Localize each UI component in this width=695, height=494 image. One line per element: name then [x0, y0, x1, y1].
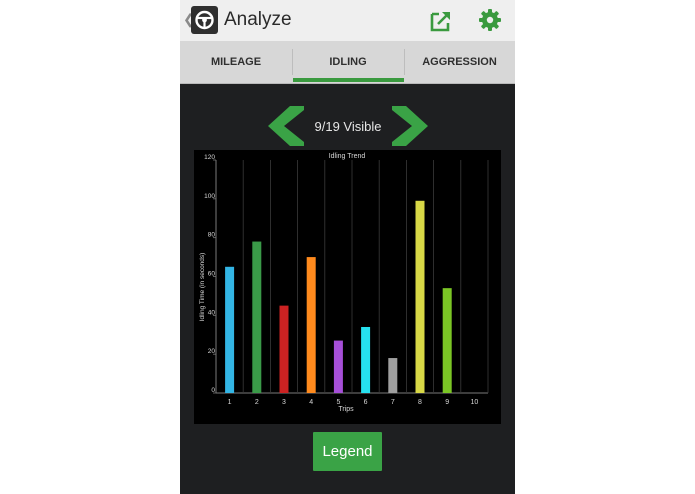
- chart-bar-trip-5: [333, 340, 343, 393]
- tab-mileage[interactable]: MILEAGE: [180, 41, 292, 83]
- chart-y-tick-label: 40: [208, 309, 216, 316]
- chart-title: Idling Trend: [329, 153, 366, 160]
- chart-y-tick-label: 0: [211, 387, 215, 394]
- chevron-left-icon[interactable]: [268, 106, 306, 146]
- gear-icon[interactable]: [478, 8, 502, 32]
- chart-bar-trip-3: [279, 305, 289, 393]
- visible-count: 9/19 Visible: [314, 119, 382, 134]
- chart-x-tick-label: 8: [418, 399, 422, 406]
- chart-x-tick-label: 5: [336, 399, 340, 406]
- chart-bar-trip-1: [225, 266, 235, 393]
- page-title: Analyze: [224, 9, 292, 30]
- idling-chart: Idling Trend Idling Time (in seconds) Tr…: [194, 150, 501, 424]
- chart-bar-trip-6: [361, 326, 371, 393]
- phone-screen: ❮ Analyze MILEAGE IDLING AGGRESSION 9/19…: [180, 0, 515, 494]
- chart-y-axis-label: Idling Time (in seconds): [199, 253, 206, 322]
- chart-x-tick-label: 7: [391, 399, 395, 406]
- chevron-right-icon[interactable]: [390, 106, 428, 146]
- chart-bar-trip-9: [442, 288, 452, 393]
- chart-bar-trip-7: [388, 358, 398, 393]
- steering-wheel-icon[interactable]: [191, 6, 218, 34]
- chart-y-tick-label: 100: [204, 193, 215, 200]
- chart-x-tick-label: 4: [309, 399, 313, 406]
- chart-x-tick-label: 2: [255, 399, 259, 406]
- tab-selected-indicator: [293, 78, 404, 82]
- tab-divider: [404, 49, 405, 75]
- chart-bar-trip-8: [415, 200, 425, 393]
- chart-bar-trip-2: [252, 241, 262, 393]
- chart-svg: Idling Trend Idling Time (in seconds) Tr…: [199, 153, 489, 413]
- action-bar: ❮ Analyze: [180, 0, 515, 41]
- chart-y-tick-label: 120: [204, 154, 215, 161]
- chart-x-tick-label: 9: [445, 399, 449, 406]
- legend-button[interactable]: Legend: [313, 432, 382, 471]
- tab-aggression[interactable]: AGGRESSION: [404, 41, 515, 83]
- chart-x-axis-label: Trips: [338, 406, 354, 413]
- chart-y-tick-label: 80: [208, 232, 216, 239]
- tab-idling[interactable]: IDLING: [292, 41, 404, 83]
- chart-x-tick-label: 6: [364, 399, 368, 406]
- tab-divider: [292, 49, 293, 75]
- chart-x-tick-label: 1: [228, 399, 232, 406]
- chart-y-tick-label: 60: [208, 271, 216, 278]
- share-icon[interactable]: [429, 9, 453, 33]
- chart-x-tick-label: 3: [282, 399, 286, 406]
- chart-bar-trip-4: [306, 257, 316, 393]
- chart-y-tick-label: 20: [208, 348, 216, 355]
- chart-x-tick-label: 10: [471, 399, 479, 406]
